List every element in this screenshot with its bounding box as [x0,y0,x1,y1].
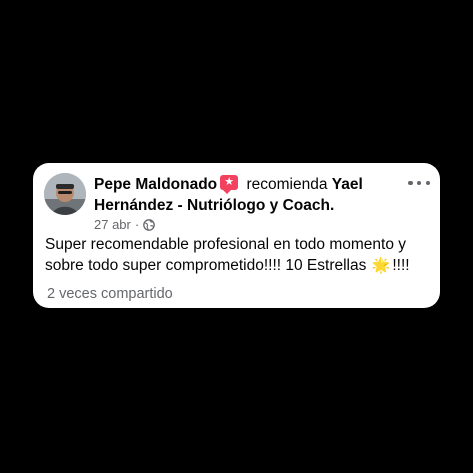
post-text: Super recomendable profesional en todo m… [45,236,407,274]
avatar[interactable] [44,173,86,215]
meta-separator: · [134,217,140,232]
author-name[interactable]: Pepe Maldonado [94,176,217,193]
recommendation-post-card: Pepe Maldonado ★ recomienda Yael Hernánde… [33,163,440,308]
avatar-photo [44,173,86,215]
page-background: Pepe Maldonado ★ recomienda Yael Hernánde… [0,0,473,473]
glowing-star-emoji: 🌟 [371,257,391,274]
more-dot-icon [416,180,422,186]
recommendation-badge-icon: ★ [220,175,239,194]
globe-icon [143,219,156,231]
post-date[interactable]: 27 abr [94,217,131,233]
more-dot-icon [408,180,413,186]
more-dot-icon [425,180,430,186]
more-options-button[interactable] [408,175,430,191]
recommend-verb: recomienda [246,176,328,193]
recommendation-star-glyph: ★ [224,176,235,188]
post-text-suffix: !!!! [392,257,410,274]
post-header: Pepe Maldonado ★ recomienda Yael Hernánde… [94,174,404,216]
post-body: Super recomendable profesional en todo m… [45,234,435,276]
share-count[interactable]: 2 veces compartido [47,285,173,303]
post-meta: 27 abr · [94,217,156,233]
